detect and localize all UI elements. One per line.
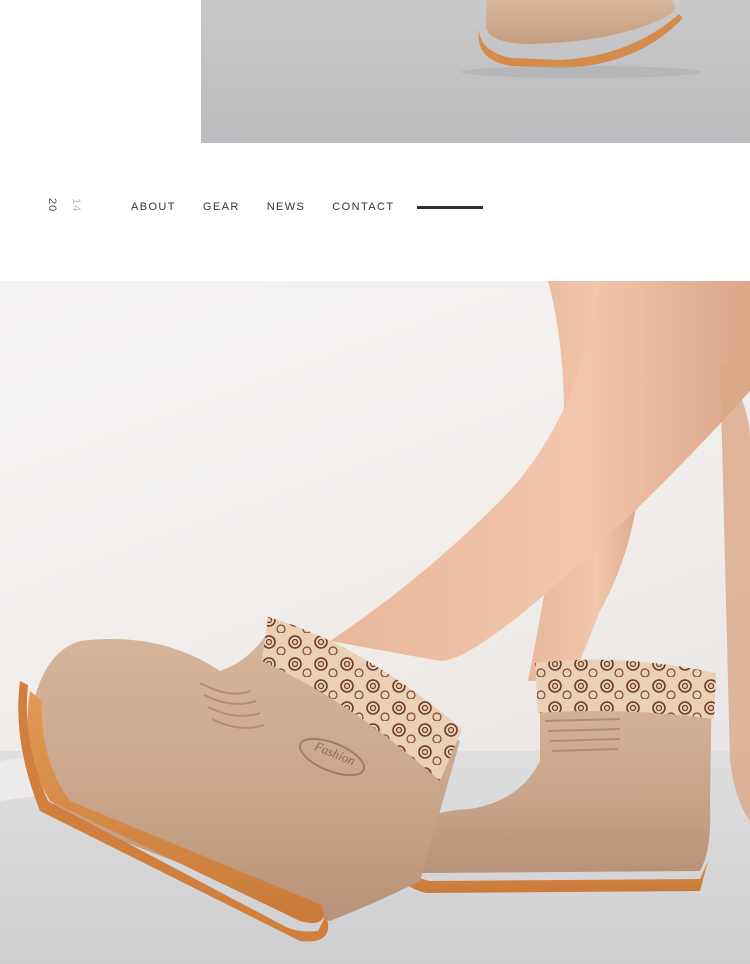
main-nav: ABOUT GEAR NEWS CONTACT [131, 201, 484, 213]
rain-boots-illustration: Fashion [0, 281, 750, 964]
nav-item-about[interactable]: ABOUT [131, 201, 176, 213]
year-label: 20 14 [44, 196, 84, 216]
top-product-photo [201, 0, 750, 143]
nav-item-gear[interactable]: GEAR [203, 201, 240, 213]
year-part-1: 20 [46, 198, 58, 213]
boot-toe-illustration [461, 0, 701, 78]
nav-active-indicator [417, 205, 484, 209]
nav-item-contact[interactable]: CONTACT [332, 201, 394, 213]
year-part-2: 14 [70, 198, 82, 213]
main-product-photo: Fashion [0, 281, 750, 964]
nav-item-news[interactable]: NEWS [267, 201, 306, 213]
